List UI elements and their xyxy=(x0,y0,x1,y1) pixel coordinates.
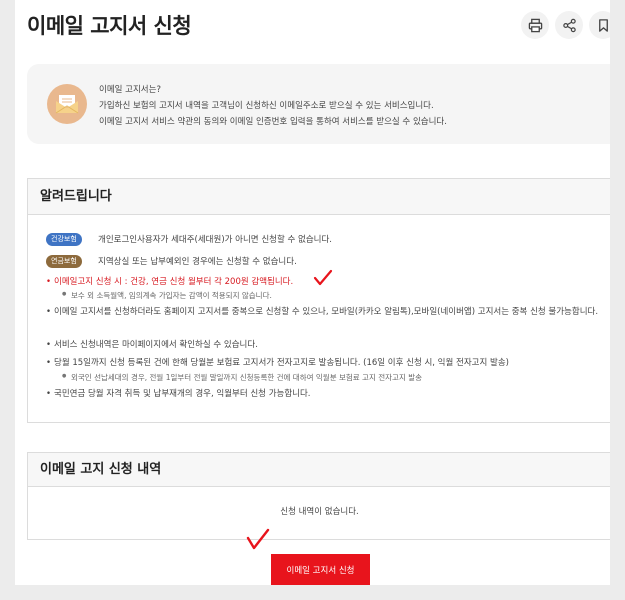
notice-item-duplicate: 이메일 고지서를 신청하더라도 홈페이지 고지서를 중복으로 신청할 수 있으나… xyxy=(46,305,610,320)
notice-heading: 알려드립니다 xyxy=(28,179,610,215)
notice-item-discount-sub: 보수 외 소득월액, 임의계속 가입자는 감액이 적용되지 않습니다. xyxy=(62,290,272,301)
notice-section: 알려드립니다 건강보험 개인로그인사용자가 세대주(세대원)가 아니면 신청할 … xyxy=(27,178,610,423)
envelope-icon xyxy=(47,84,87,124)
share-icon xyxy=(562,18,576,32)
print-button[interactable] xyxy=(521,11,549,39)
checkmark-icon xyxy=(313,269,333,286)
apply-email-bill-button[interactable]: 이메일 고지서 신청 xyxy=(271,554,370,585)
page-container: 이메일 고지서 신청 이메일 고지서는? 가입하신 보험의 고지서 내역을 고객… xyxy=(15,0,610,585)
notice-item-deadline: 당월 15일까지 신청 등록된 건에 한해 당월분 보험료 고지서가 전자고지로… xyxy=(46,356,610,371)
pension-insurance-note: 지역상실 또는 납부예외인 경우에는 신청할 수 없습니다. xyxy=(98,257,297,267)
intro-text: 이메일 고지서는? 가입하신 보험의 고지서 내역을 고객님이 신청하신 이메일… xyxy=(99,82,447,130)
notice-item-discount: 이메일고지 신청 시 : 건강, 연금 신청 월부터 각 200원 감액됩니다. xyxy=(46,275,316,290)
intro-question: 이메일 고지서는? xyxy=(99,85,161,95)
history-empty-message: 신청 내역이 없습니다. xyxy=(280,507,359,517)
notice-item-pension: 국민연금 당월 자격 취득 및 납부재개의 경우, 익월부터 신청 가능합니다. xyxy=(46,387,610,402)
notice-item-mypage: 서비스 신청내역은 마이페이지에서 확인하실 수 있습니다. xyxy=(46,338,610,353)
checkmark-icon xyxy=(246,528,270,550)
intro-line2: 이메일 고지서 서비스 약관의 동의와 이메일 인증번호 입력을 통하여 서비스… xyxy=(99,117,447,127)
bookmark-icon xyxy=(598,18,608,32)
health-insurance-note: 개인로그인사용자가 세대주(세대원)가 아니면 신청할 수 없습니다. xyxy=(98,235,332,245)
pension-insurance-badge: 연금보험 xyxy=(46,255,82,268)
history-section: 이메일 고지 신청 내역 신청 내역이 없습니다. xyxy=(27,452,610,540)
intro-box: 이메일 고지서는? 가입하신 보험의 고지서 내역을 고객님이 신청하신 이메일… xyxy=(27,64,610,144)
page-title: 이메일 고지서 신청 xyxy=(27,14,192,38)
share-button[interactable] xyxy=(555,11,583,39)
health-insurance-badge: 건강보험 xyxy=(46,233,82,246)
intro-line1: 가입하신 보험의 고지서 내역을 고객님이 신청하신 이메일주소로 받으실 수 … xyxy=(99,101,434,111)
print-icon xyxy=(528,18,542,32)
history-heading: 이메일 고지 신청 내역 xyxy=(28,453,610,487)
notice-item-deadline-sub: 외국인 선납세대의 경우, 전월 1일부터 전월 말일까지 신청등록한 건에 대… xyxy=(62,372,422,383)
bookmark-button[interactable] xyxy=(589,11,610,39)
